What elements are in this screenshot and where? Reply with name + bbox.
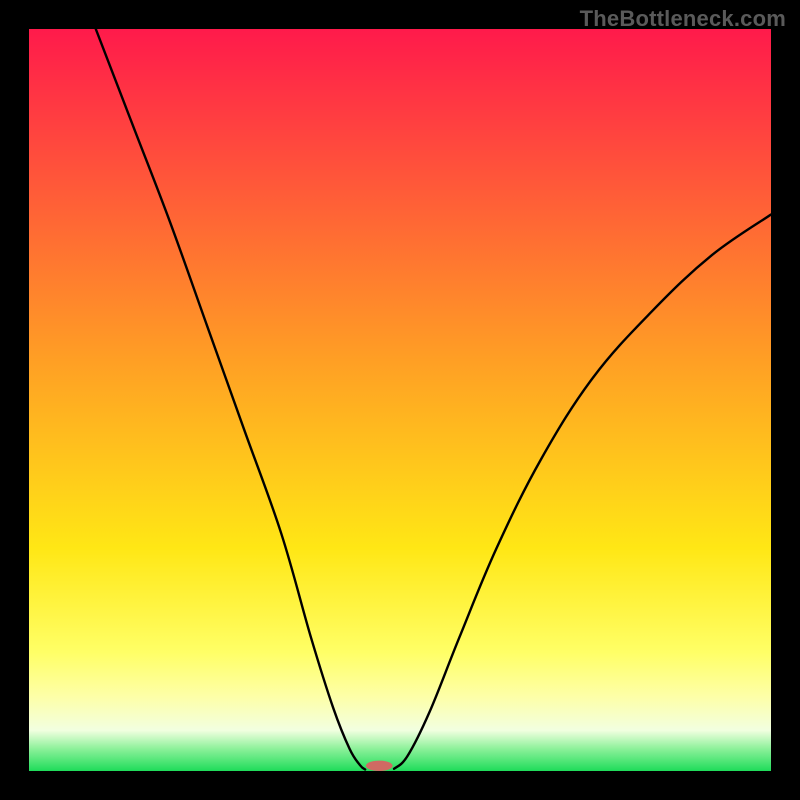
gradient-background <box>29 29 771 771</box>
frame: TheBottleneck.com <box>0 0 800 800</box>
minimum-marker <box>366 761 393 771</box>
bottleneck-chart <box>29 29 771 771</box>
chart-svg <box>29 29 771 771</box>
